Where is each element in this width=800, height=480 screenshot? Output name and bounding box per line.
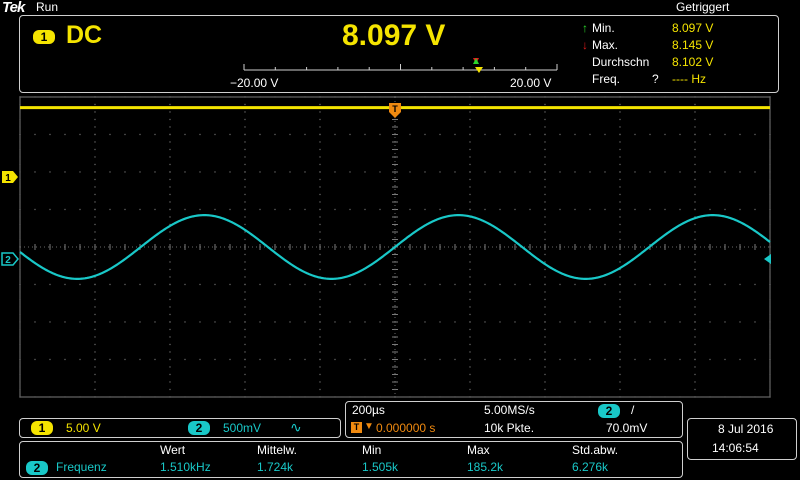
meas-header-mean: Mittelw.: [257, 443, 298, 457]
meas-name[interactable]: Frequenz: [56, 460, 107, 474]
ch2-ground-marker-icon: 2: [1, 252, 19, 266]
ch2-coupling-icon: ∿: [290, 419, 302, 435]
ch1-badge[interactable]: 1: [31, 421, 53, 435]
trigger-slope-icon: /: [631, 403, 635, 417]
sample-rate: 5.00MS/s: [484, 403, 535, 417]
datetime-panel: 8 Jul 2016 14:06:54: [687, 418, 797, 460]
trigger-delay-arrow-icon: ▼: [364, 421, 374, 432]
trigger-level[interactable]: 70.0mV: [606, 421, 647, 435]
ch2-badge[interactable]: 2: [188, 421, 210, 435]
date: 8 Jul 2016: [718, 422, 774, 436]
ch2-scale[interactable]: 500mV: [223, 421, 261, 435]
meas-channel-badge: 2: [26, 461, 48, 475]
meas-mean: 1.724k: [257, 460, 294, 474]
trigger-position-icon: T: [351, 422, 362, 433]
ch1-scale[interactable]: 5.00 V: [66, 421, 101, 435]
measurement-panel[interactable]: Wert Mittelw. Min Max Std.abw. 2 Frequen…: [19, 441, 683, 478]
ch2-marker-label: 2: [5, 255, 11, 266]
meas-value: 1.510kHz: [160, 460, 211, 474]
trigger-source-badge[interactable]: 2: [598, 404, 620, 418]
time: 14:06:54: [712, 441, 759, 455]
meas-max: 185.2k: [467, 460, 504, 474]
meas-header-min: Min: [362, 443, 382, 457]
timebase-panel[interactable]: 200µs 5.00MS/s 2 / T ▼ 0.000000 s 10k Pk…: [345, 401, 683, 438]
time-per-div[interactable]: 200µs: [352, 403, 385, 417]
ch1-marker-label: 1: [5, 173, 11, 184]
meas-header-max: Max: [467, 443, 490, 457]
record-length: 10k Pkte.: [484, 421, 535, 435]
trigger-marker-label: T: [392, 104, 398, 114]
ch1-ground-marker-icon: 1: [2, 171, 18, 184]
channel-scale-panel[interactable]: 1 5.00 V 2 500mV ∿: [19, 418, 341, 438]
meas-header-value: Wert: [160, 443, 186, 457]
meas-header-stddev: Std.abw.: [572, 443, 619, 457]
meas-stddev: 6.276k: [572, 460, 609, 474]
trigger-position[interactable]: 0.000000 s: [376, 421, 435, 435]
meas-min: 1.505k: [362, 460, 399, 474]
